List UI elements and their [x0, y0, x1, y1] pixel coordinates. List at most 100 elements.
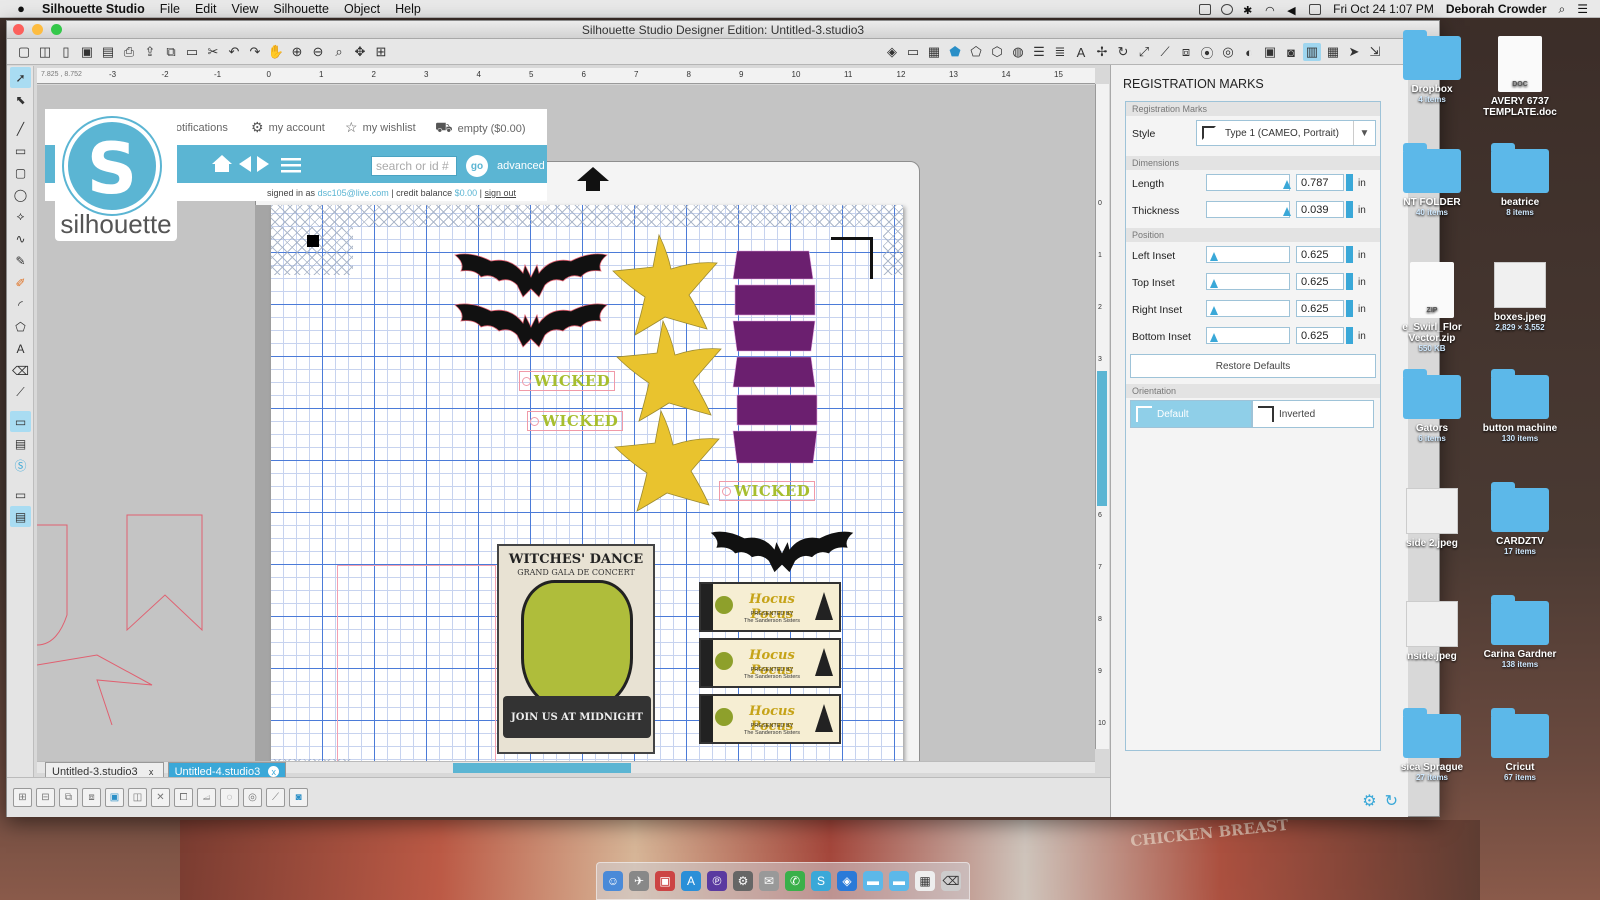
- cut-settings-icon[interactable]: ◙: [1282, 43, 1300, 61]
- select-tool-icon[interactable]: ➚: [10, 67, 31, 88]
- redo-icon[interactable]: ↷: [246, 43, 264, 61]
- menu-icon[interactable]: [281, 157, 301, 173]
- close-tab-icon[interactable]: x: [268, 766, 280, 777]
- edit-points-icon[interactable]: ⬉: [10, 89, 31, 110]
- apple-icon[interactable]: ●: [14, 1, 28, 16]
- line-tool-icon[interactable]: ╱: [10, 118, 31, 139]
- trash-icon[interactable]: ⌫: [941, 871, 961, 891]
- system-prefs-icon[interactable]: ⚙: [733, 871, 753, 891]
- menu-object[interactable]: Object: [344, 2, 380, 16]
- new-doc-icon[interactable]: ▢: [15, 43, 33, 61]
- smooth-freehand-icon[interactable]: ✐: [10, 272, 31, 293]
- group-icon[interactable]: ⊞: [13, 788, 32, 807]
- ticket-3[interactable]: Hocus Pocus PRESENTED BY The Sanderson Si…: [699, 694, 841, 744]
- box-shapes[interactable]: [731, 249, 821, 489]
- safari-icon[interactable]: ◈: [837, 871, 857, 891]
- status-app-icon[interactable]: [1199, 3, 1212, 15]
- desktop-item[interactable]: ZIP e_Swirl_Flor Vector.zip 550 KB: [1390, 262, 1474, 353]
- rectangle-tool-icon[interactable]: ▭: [10, 140, 31, 161]
- bring-front-icon[interactable]: ⧠: [174, 788, 193, 807]
- cut-icon[interactable]: ✂: [204, 43, 222, 61]
- print-icon[interactable]: ⎙: [120, 43, 138, 61]
- right-inset-slider[interactable]: [1206, 300, 1290, 317]
- orientation-default-button[interactable]: Default: [1130, 400, 1252, 428]
- pen-app-icon[interactable]: ℗: [707, 871, 727, 891]
- spotlight-icon[interactable]: ⌕: [1559, 2, 1566, 17]
- library-icon[interactable]: ▯: [57, 43, 75, 61]
- undo-icon[interactable]: ↶: [225, 43, 243, 61]
- menu-edit[interactable]: Edit: [195, 2, 217, 16]
- notification-center-icon[interactable]: ☰: [1577, 2, 1588, 16]
- line-style-icon[interactable]: ☰: [1030, 43, 1048, 61]
- knife-icon[interactable]: ⟋: [1156, 43, 1174, 61]
- menu-app-name[interactable]: Silhouette Studio: [42, 2, 145, 16]
- finder-icon[interactable]: ☺: [603, 871, 623, 891]
- polygon-tool-icon[interactable]: ⟡: [10, 206, 31, 227]
- trace-icon-bottom[interactable]: ⟋: [266, 788, 285, 807]
- regular-polygon-icon[interactable]: ⬠: [10, 316, 31, 337]
- close-window-button[interactable]: [13, 24, 24, 35]
- thickness-slider[interactable]: [1206, 201, 1291, 218]
- scale-icon[interactable]: ⤢: [1135, 43, 1153, 61]
- top-inset-stepper[interactable]: [1346, 273, 1353, 290]
- witches-dance-poster[interactable]: WITCHES' DANCE GRAND GALA DE CONCERT JOI…: [497, 544, 655, 754]
- desktop-item[interactable]: Carina Gardner 138 items: [1478, 595, 1562, 669]
- replicate-icon-bottom[interactable]: ▣: [105, 788, 124, 807]
- wicked-label-1[interactable]: WICKED: [519, 371, 616, 391]
- ellipse-tool-icon[interactable]: ◯: [10, 184, 31, 205]
- desktop-item[interactable]: button machine 130 items: [1478, 369, 1562, 443]
- single-window-icon[interactable]: ▭: [10, 484, 31, 505]
- menu-view[interactable]: View: [231, 2, 258, 16]
- release-compound-icon[interactable]: ⧈: [82, 788, 101, 807]
- offset-icon[interactable]: ◎: [1219, 43, 1237, 61]
- wicked-label-3[interactable]: WICKED: [719, 481, 816, 501]
- menu-silhouette[interactable]: Silhouette: [273, 2, 329, 16]
- search-go-button[interactable]: go: [466, 155, 488, 177]
- star-shapes[interactable]: [607, 231, 737, 531]
- desktop-item[interactable]: DOC AVERY 6737 TEMPLATE.doc: [1478, 36, 1562, 118]
- horizontal-scroll-thumb[interactable]: [453, 763, 631, 773]
- fit-page-icon[interactable]: ⊞: [372, 43, 390, 61]
- bottom-inset-slider[interactable]: [1206, 327, 1290, 344]
- advanced-search-link[interactable]: advanced: [497, 160, 545, 172]
- calendar-icon[interactable]: [1309, 3, 1322, 15]
- fill-color-icon[interactable]: ⬟: [946, 43, 964, 61]
- store-view-icon[interactable]: Ⓢ: [10, 455, 31, 476]
- applications-folder-icon[interactable]: ▬: [863, 871, 883, 891]
- back-forward-icon[interactable]: [239, 155, 269, 173]
- rounded-rect-tool-icon[interactable]: ▢: [10, 162, 31, 183]
- design-store-icon[interactable]: ◈: [883, 43, 901, 61]
- copy-icon[interactable]: ⧉: [162, 43, 180, 61]
- bat-shapes[interactable]: [451, 247, 611, 357]
- duplicate-icon[interactable]: ◫: [128, 788, 147, 807]
- preview-icon[interactable]: ▣: [655, 871, 675, 891]
- paste-icon[interactable]: ▭: [183, 43, 201, 61]
- zoom-window-button[interactable]: [51, 24, 62, 35]
- gradient-icon[interactable]: ⬡: [988, 43, 1006, 61]
- desktop-item[interactable]: CARDZTV 17 items: [1478, 482, 1562, 556]
- transform-icon[interactable]: ✢: [1093, 43, 1111, 61]
- silhouette-dock-icon[interactable]: S: [811, 871, 831, 891]
- offset-icon-bottom[interactable]: ◎: [243, 788, 262, 807]
- top-inset-input[interactable]: 0.625: [1296, 273, 1344, 290]
- settings-gear-icon[interactable]: ⚙: [1362, 791, 1376, 811]
- line-color-icon[interactable]: ⬠: [967, 43, 985, 61]
- desktop-item[interactable]: side 2.jpeg: [1390, 488, 1474, 549]
- knife-tool-icon[interactable]: ⟋: [10, 382, 31, 403]
- trace-icon[interactable]: ◐: [1240, 43, 1258, 61]
- ticket-2[interactable]: Hocus Pocus PRESENTED BY The Sanderson Si…: [699, 638, 841, 688]
- open-icon[interactable]: ◫: [36, 43, 54, 61]
- ungroup-icon[interactable]: ⊟: [36, 788, 55, 807]
- split-window-icon[interactable]: ▤: [10, 506, 31, 527]
- zoom-in-icon[interactable]: ⊕: [288, 43, 306, 61]
- ticket-1[interactable]: Hocus Pocus PRESENTED BY The Sanderson Si…: [699, 582, 841, 632]
- make-compound-icon[interactable]: ⧉: [59, 788, 78, 807]
- registration-marks-icon[interactable]: ▥: [1303, 43, 1321, 61]
- grid-stack-icon[interactable]: ▦: [915, 871, 935, 891]
- vertical-scroll-thumb[interactable]: [1097, 371, 1107, 506]
- font-icon[interactable]: A: [1072, 43, 1090, 61]
- send-icon[interactable]: ⇪: [141, 43, 159, 61]
- rotate-icon[interactable]: ↻: [1114, 43, 1132, 61]
- length-slider[interactable]: [1206, 174, 1291, 191]
- orientation-inverted-button[interactable]: Inverted: [1252, 400, 1374, 428]
